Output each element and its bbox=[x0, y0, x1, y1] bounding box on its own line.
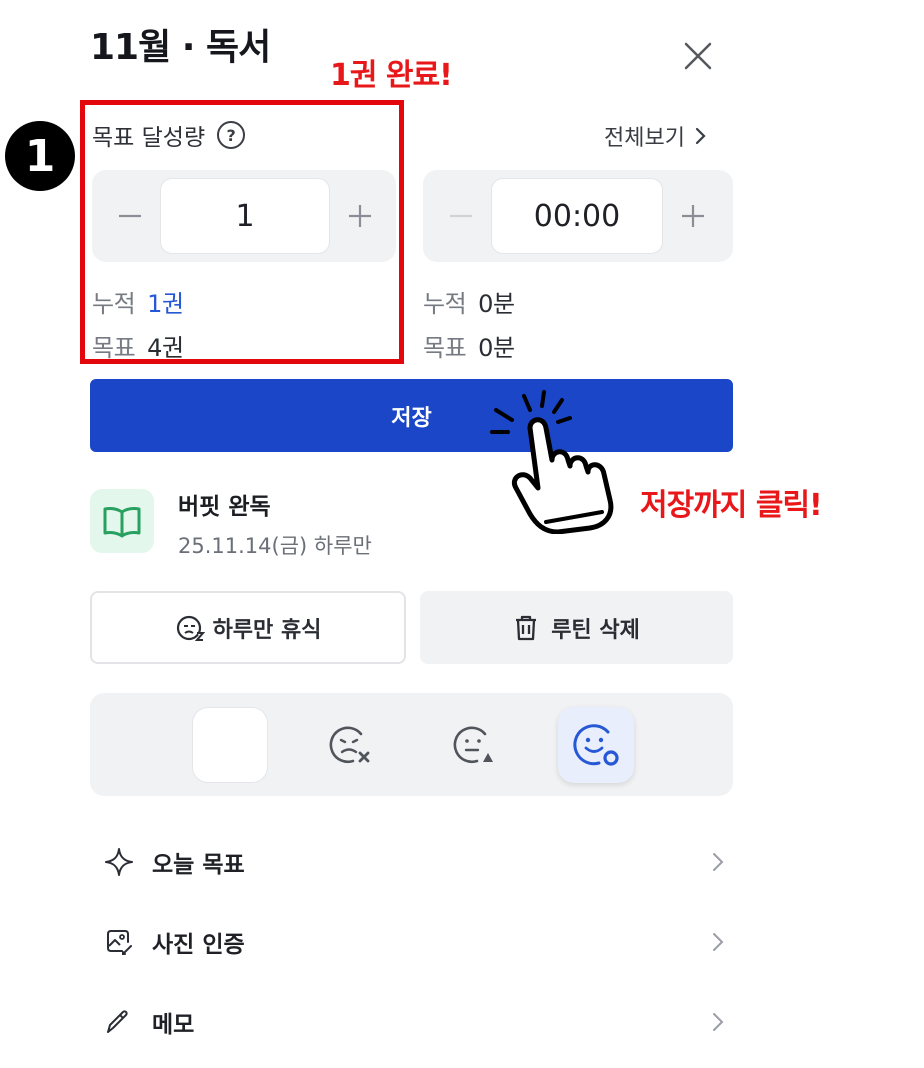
menu-item-label: 메모 bbox=[152, 1012, 195, 1038]
page-title: 11월 · 독서 bbox=[90, 27, 271, 68]
count-goal-label: 목표 bbox=[92, 334, 136, 362]
status-option-blank[interactable] bbox=[192, 707, 268, 783]
chevron-right-icon bbox=[713, 933, 724, 951]
routine-icon bbox=[90, 489, 154, 553]
rest-today-button[interactable]: 하루만 휴식 bbox=[90, 591, 406, 664]
count-acc-label: 누적 bbox=[92, 290, 136, 318]
chevron-right-icon bbox=[713, 1013, 724, 1031]
time-goal-label: 목표 bbox=[423, 334, 467, 362]
increment-button[interactable] bbox=[336, 192, 384, 240]
sparkle-icon bbox=[105, 848, 133, 876]
menu-item-memo[interactable]: 메모 bbox=[104, 1000, 724, 1044]
menu-item-today-goal[interactable]: 오늘 목표 bbox=[104, 840, 724, 884]
menu-item-label: 사진 인증 bbox=[152, 932, 245, 958]
help-icon[interactable]: ? bbox=[217, 121, 246, 149]
delete-routine-button[interactable]: 루틴 삭제 bbox=[420, 591, 733, 664]
close-button[interactable] bbox=[678, 36, 718, 76]
save-button[interactable]: 저장 bbox=[90, 379, 733, 452]
minus-icon bbox=[119, 214, 141, 218]
pointing-hand-icon bbox=[490, 390, 614, 534]
status-option-fail[interactable] bbox=[312, 707, 388, 783]
status-option-success[interactable] bbox=[558, 707, 634, 783]
routine-name: 버핏 완독 bbox=[178, 494, 271, 520]
happy-circle-face-icon bbox=[573, 724, 619, 766]
photo-icon bbox=[107, 930, 132, 955]
time-acc-label: 누적 bbox=[423, 290, 467, 318]
time-decrement-button[interactable] bbox=[437, 192, 485, 240]
pencil-icon bbox=[107, 1010, 128, 1033]
status-selector bbox=[90, 693, 733, 796]
sad-x-face-icon bbox=[329, 726, 370, 764]
time-goal: 목표 0분 bbox=[423, 328, 515, 363]
plus-icon bbox=[349, 205, 371, 227]
status-option-partial[interactable] bbox=[436, 707, 512, 783]
see-all-label: 전체보기 bbox=[604, 126, 685, 151]
sleepy-face-icon bbox=[176, 615, 205, 641]
count-acc-value: 1권 bbox=[147, 290, 184, 318]
time-acc-value: 0분 bbox=[478, 290, 515, 318]
see-all-link[interactable]: 전체보기 bbox=[604, 120, 707, 152]
book-icon bbox=[103, 506, 141, 538]
chevron-right-icon bbox=[713, 853, 724, 871]
menu-item-label: 오늘 목표 bbox=[152, 852, 245, 878]
count-value[interactable]: 1 bbox=[160, 178, 330, 254]
menu-item-photo-proof[interactable]: 사진 인증 bbox=[104, 920, 724, 964]
time-value[interactable]: 00:00 bbox=[491, 178, 663, 254]
routine-date: 25.11.14(금) 하루만 bbox=[178, 534, 372, 558]
count-goal: 목표 4권 bbox=[92, 328, 184, 363]
count-stepper: 1 bbox=[92, 170, 396, 262]
rest-today-label: 하루만 휴식 bbox=[212, 617, 322, 643]
annotation-side-note: 저장까지 클릭! bbox=[640, 488, 823, 523]
close-icon bbox=[684, 42, 712, 70]
goal-label-row: 목표 달성량 ? bbox=[92, 118, 246, 152]
count-goal-value: 4권 bbox=[147, 334, 184, 362]
step-badge: 1 bbox=[5, 121, 75, 191]
decrement-button[interactable] bbox=[106, 192, 154, 240]
annotation-top-note: 1권 완료! bbox=[330, 58, 453, 93]
time-goal-value: 0분 bbox=[478, 334, 515, 362]
time-stepper: 00:00 bbox=[423, 170, 733, 262]
time-accumulated: 누적 0분 bbox=[423, 284, 515, 319]
time-increment-button[interactable] bbox=[669, 192, 717, 240]
minus-icon bbox=[450, 214, 472, 218]
trash-icon bbox=[516, 615, 537, 640]
goal-label: 목표 달성량 bbox=[92, 125, 206, 151]
chevron-right-icon bbox=[695, 127, 706, 145]
delete-routine-label: 루틴 삭제 bbox=[551, 617, 640, 643]
neutral-warning-face-icon bbox=[453, 726, 493, 764]
plus-icon bbox=[682, 205, 704, 227]
count-accumulated: 누적 1권 bbox=[92, 284, 184, 319]
